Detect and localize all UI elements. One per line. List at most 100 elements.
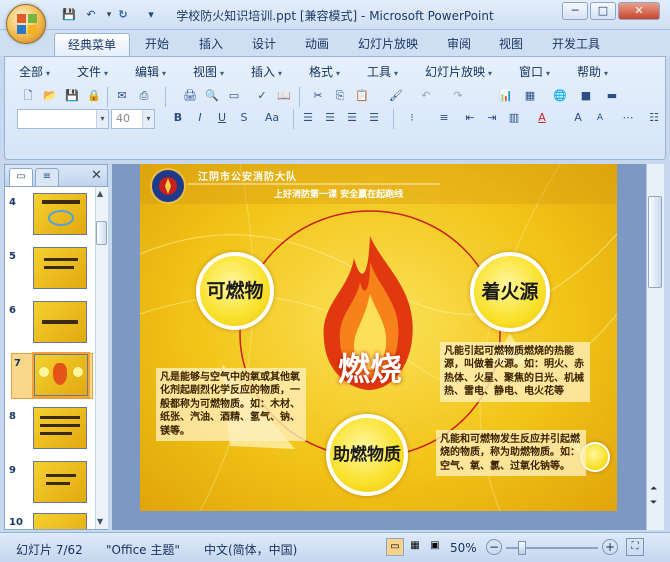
- shrink-font-icon[interactable]: A: [591, 109, 609, 127]
- color-icon[interactable]: ■: [577, 87, 595, 105]
- chevron-down-icon[interactable]: ▾: [96, 110, 108, 128]
- tab-home[interactable]: 开始: [136, 33, 178, 56]
- research-icon[interactable]: 📖: [275, 87, 293, 105]
- bullets-icon[interactable]: ⁝: [403, 109, 421, 127]
- save-icon[interactable]: 💾: [63, 87, 81, 105]
- options-icon[interactable]: ☷: [645, 109, 663, 127]
- close-pane-icon[interactable]: ✕: [91, 168, 102, 183]
- language-status[interactable]: 中文(简体，中国): [204, 541, 297, 558]
- outline-tab[interactable]: ≡: [35, 168, 59, 186]
- tab-insert[interactable]: 插入: [190, 33, 232, 56]
- permission-icon[interactable]: 🔒: [85, 87, 103, 105]
- slide-thumbnail-row[interactable]: 9: [7, 461, 93, 507]
- copy-icon[interactable]: ⎘: [331, 87, 349, 105]
- zoom-level[interactable]: 50%: [450, 541, 477, 555]
- preview-icon[interactable]: 🔍: [203, 87, 221, 105]
- menu-all[interactable]: 全部 ▾: [19, 63, 50, 81]
- tab-view[interactable]: 视图: [490, 33, 532, 56]
- menu-file[interactable]: 文件 ▾: [77, 63, 108, 81]
- slide[interactable]: 江阴市公安消防大队 上好消防第一课 安全赢在起跑线 燃烧 可燃物 着火源 助燃物…: [140, 164, 617, 511]
- menu-window[interactable]: 窗口 ▾: [519, 63, 550, 81]
- paste-icon[interactable]: 📋: [353, 87, 371, 105]
- menu-help[interactable]: 帮助 ▾: [577, 63, 608, 81]
- hyperlink-icon[interactable]: 🌐: [551, 87, 569, 105]
- shadow-button[interactable]: S: [235, 109, 253, 127]
- open-icon[interactable]: 📂: [41, 87, 59, 105]
- tab-design[interactable]: 设计: [243, 33, 285, 56]
- menu-edit[interactable]: 编辑 ▾: [135, 63, 166, 81]
- slide-thumbnail[interactable]: [33, 301, 87, 343]
- email-icon[interactable]: ✉: [113, 87, 131, 105]
- print-icon[interactable]: 🖨: [181, 87, 199, 105]
- zoom-slider-handle[interactable]: [518, 541, 526, 555]
- slide-thumbnail[interactable]: [33, 193, 87, 235]
- redo-icon[interactable]: ↷: [449, 87, 467, 105]
- slides-tab[interactable]: ▭: [9, 168, 33, 186]
- new-icon[interactable]: 🗋: [19, 87, 37, 105]
- format-painter-icon[interactable]: 🖌: [387, 87, 405, 105]
- underline-button[interactable]: U: [213, 109, 231, 127]
- align-center-icon[interactable]: ☰: [321, 109, 339, 127]
- font-name-combo[interactable]: ▾: [17, 109, 109, 129]
- bold-button[interactable]: B: [169, 109, 187, 127]
- slide-thumbnail-row[interactable]: 8: [7, 407, 93, 453]
- tab-slideshow[interactable]: 幻灯片放映: [350, 33, 426, 56]
- align-left-icon[interactable]: ☰: [299, 109, 317, 127]
- font-size-combo[interactable]: 40 ▾: [111, 109, 155, 129]
- normal-view-icon[interactable]: ▭: [386, 538, 404, 556]
- decrease-indent-icon[interactable]: ⇤: [461, 109, 479, 127]
- align-right-icon[interactable]: ☰: [343, 109, 361, 127]
- grayscale-icon[interactable]: ▬: [603, 87, 621, 105]
- italic-button[interactable]: I: [191, 109, 209, 127]
- spelling-icon[interactable]: ✓: [253, 87, 271, 105]
- slide-thumbnail[interactable]: [33, 513, 87, 529]
- numbering-icon[interactable]: ≡: [435, 109, 453, 127]
- cut-icon[interactable]: ✂: [309, 87, 327, 105]
- slide-thumbnail[interactable]: [33, 407, 87, 449]
- slide-thumbnail-selected[interactable]: [32, 352, 90, 398]
- menu-insert[interactable]: 插入 ▾: [251, 63, 282, 81]
- chart-icon[interactable]: 📊: [497, 87, 515, 105]
- maximize-button[interactable]: □: [590, 2, 616, 20]
- slide-thumbnail-row-selected[interactable]: 7: [11, 352, 93, 399]
- slide-thumbnail-row[interactable]: 6: [7, 301, 93, 347]
- chevron-down-icon[interactable]: ▾: [142, 110, 154, 128]
- next-slide-icon[interactable]: ⏷: [650, 498, 657, 508]
- close-button[interactable]: ✕: [618, 2, 660, 20]
- increase-indent-icon[interactable]: ⇥: [483, 109, 501, 127]
- tab-review[interactable]: 审阅: [438, 33, 480, 56]
- scroll-up-icon[interactable]: ▲: [97, 189, 103, 198]
- vertical-scroll-thumb[interactable]: [648, 196, 662, 288]
- more-icon[interactable]: ⋯: [619, 109, 637, 127]
- print-preview-icon[interactable]: ⎙: [135, 87, 153, 105]
- grow-font-icon[interactable]: A: [569, 109, 587, 127]
- slide-thumbnail-row[interactable]: 10: [7, 513, 93, 529]
- zoom-out-icon[interactable]: −: [486, 539, 502, 555]
- menu-slideshow[interactable]: 幻灯片放映 ▾: [425, 63, 492, 81]
- undo-icon[interactable]: ↶: [417, 87, 435, 105]
- slides-scroll-thumb[interactable]: [96, 221, 107, 245]
- tab-animation[interactable]: 动画: [296, 33, 338, 56]
- fit-to-window-icon[interactable]: ⛶: [626, 538, 644, 556]
- screen-icon[interactable]: ▭: [225, 87, 243, 105]
- slide-thumbnail[interactable]: [33, 461, 87, 503]
- menu-view[interactable]: 视图 ▾: [193, 63, 224, 81]
- previous-slide-icon[interactable]: ⏶: [650, 484, 657, 494]
- slideshow-icon[interactable]: ▣: [426, 538, 444, 556]
- change-case-button[interactable]: Aa: [259, 109, 285, 127]
- justify-icon[interactable]: ☰: [365, 109, 383, 127]
- font-color-icon[interactable]: A: [533, 109, 551, 127]
- table-icon[interactable]: ▦: [521, 87, 539, 105]
- zoom-in-icon[interactable]: +: [602, 539, 618, 555]
- scroll-down-icon[interactable]: ▼: [97, 517, 103, 526]
- slide-sorter-icon[interactable]: ▦: [406, 538, 424, 556]
- slide-thumbnail-row[interactable]: 5: [7, 247, 93, 293]
- tab-classic-menu[interactable]: 经典菜单: [54, 33, 130, 56]
- office-button[interactable]: [6, 4, 46, 44]
- menu-tools[interactable]: 工具 ▾: [367, 63, 398, 81]
- columns-icon[interactable]: ▥: [505, 109, 523, 127]
- slide-thumbnail-row[interactable]: 4: [7, 193, 93, 239]
- tab-developer[interactable]: 开发工具: [544, 33, 608, 56]
- slide-thumbnail[interactable]: [33, 247, 87, 289]
- minimize-button[interactable]: ─: [562, 2, 588, 20]
